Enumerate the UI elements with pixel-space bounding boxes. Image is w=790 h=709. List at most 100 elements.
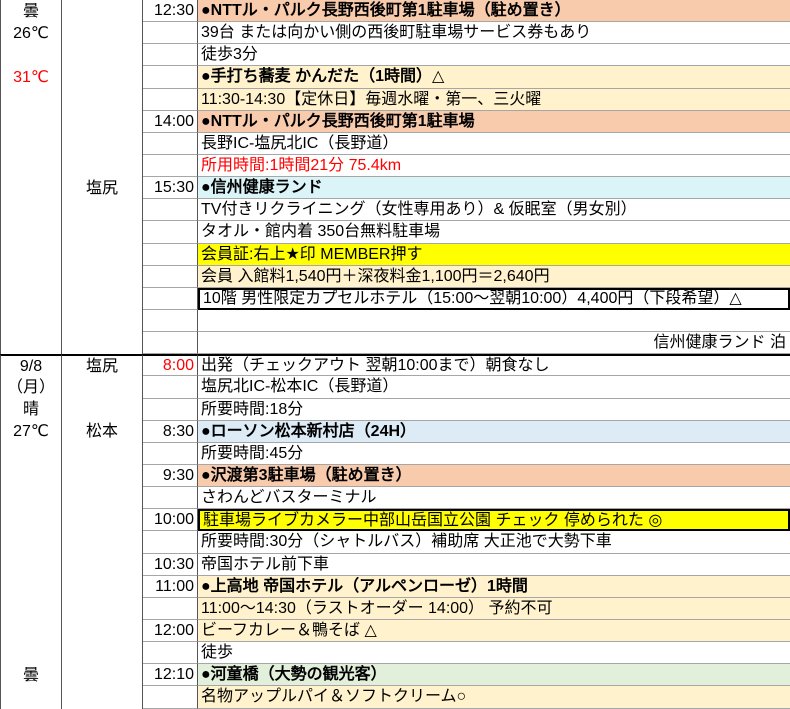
place-cell[interactable] — [62, 487, 143, 510]
time-cell[interactable] — [143, 442, 198, 465]
time-cell[interactable] — [143, 309, 198, 333]
time-cell[interactable] — [143, 132, 198, 155]
time-cell[interactable] — [143, 376, 198, 399]
plan-cell[interactable]: 帝国ホテル前下車 — [198, 554, 790, 576]
day-info-cell[interactable] — [0, 132, 62, 155]
plan-cell[interactable]: 会員 入館料1,540円＋深夜料金1,100円＝2,640円 — [198, 265, 790, 288]
day-info-cell[interactable]: 晴 — [0, 398, 62, 421]
day-info-cell[interactable] — [0, 177, 62, 200]
time-cell[interactable] — [143, 287, 198, 310]
day-info-cell[interactable]: 曇 — [0, 0, 62, 23]
day-info-cell[interactable]: 31℃ — [0, 66, 62, 89]
place-cell[interactable] — [62, 553, 143, 576]
time-cell[interactable]: 9:30 — [143, 464, 198, 488]
plan-cell[interactable]: 10階 男性限定カプセルホテル（15:00～翌朝10:00）4,400円（下段希… — [198, 287, 790, 310]
day-info-cell[interactable] — [0, 619, 62, 643]
day-info-cell[interactable] — [0, 287, 62, 310]
plan-cell[interactable]: ●信州健康ランド — [198, 177, 790, 200]
plan-cell[interactable] — [198, 310, 790, 333]
place-cell[interactable] — [62, 642, 143, 665]
place-cell[interactable] — [62, 597, 143, 620]
day-info-cell[interactable] — [0, 199, 62, 222]
day-info-cell[interactable] — [0, 332, 62, 355]
plan-cell[interactable]: ●河童橋（大勢の観光客） — [198, 664, 790, 687]
day-info-cell[interactable]: （月） — [0, 376, 62, 399]
place-cell[interactable] — [62, 199, 143, 222]
time-cell[interactable] — [143, 265, 198, 288]
time-cell[interactable]: 14:00 — [143, 110, 198, 133]
plan-cell[interactable]: 会員証:右上★印 MEMBER押す — [198, 243, 790, 266]
place-cell[interactable] — [62, 0, 143, 23]
place-cell[interactable] — [62, 619, 143, 643]
plan-cell[interactable]: ●手打ち蕎麦 かんだた（1時間）△ — [198, 66, 790, 89]
time-cell[interactable] — [143, 243, 198, 266]
plan-cell[interactable]: 所要時間:18分 — [198, 399, 790, 421]
time-cell[interactable] — [143, 332, 198, 355]
day-info-cell[interactable] — [0, 509, 62, 532]
time-cell[interactable] — [143, 487, 198, 510]
time-cell[interactable]: 8:30 — [143, 420, 198, 443]
time-cell[interactable] — [143, 154, 198, 178]
day-info-cell[interactable] — [0, 553, 62, 576]
time-cell[interactable]: 12:10 — [143, 664, 198, 687]
place-cell[interactable] — [62, 332, 143, 355]
time-cell[interactable] — [143, 531, 198, 554]
time-cell[interactable] — [143, 642, 198, 665]
place-cell[interactable] — [62, 66, 143, 89]
day-info-cell[interactable] — [0, 265, 62, 288]
plan-cell[interactable]: さわんどバスターミナル — [198, 487, 790, 510]
day-info-cell[interactable] — [0, 597, 62, 620]
time-cell[interactable] — [143, 199, 198, 222]
day-info-cell[interactable] — [0, 464, 62, 488]
place-cell[interactable] — [62, 22, 143, 45]
plan-cell[interactable]: ●NTTル・パルク長野西後町第1駐車場 — [198, 110, 790, 133]
time-cell[interactable] — [143, 597, 198, 620]
day-info-cell[interactable] — [0, 154, 62, 178]
place-cell[interactable]: 松本 — [62, 420, 143, 443]
plan-cell[interactable]: 所用時間:1時間21分 75.4km — [198, 155, 790, 178]
place-cell[interactable] — [62, 575, 143, 598]
plan-cell[interactable]: 塩尻北IC-松本IC（長野道） — [198, 376, 790, 399]
place-cell[interactable] — [62, 287, 143, 310]
plan-cell[interactable]: ●上高地 帝国ホテル（アルペンローゼ）1時間 — [198, 575, 790, 598]
plan-cell[interactable]: 徒歩3分 — [198, 44, 790, 67]
place-cell[interactable] — [62, 376, 143, 399]
time-cell[interactable] — [143, 22, 198, 45]
plan-cell[interactable]: 駐車場ライブカメラー中部山岳国立公園 チェック 停められた ◎ — [198, 509, 790, 532]
plan-cell[interactable]: 11:00～14:30（ラストオーダー 14:00） 予約不可 — [198, 597, 790, 620]
place-cell[interactable] — [62, 221, 143, 244]
day-info-cell[interactable] — [0, 110, 62, 133]
time-cell[interactable] — [143, 398, 198, 421]
day-info-cell[interactable] — [0, 88, 62, 111]
day-info-cell[interactable] — [0, 243, 62, 266]
plan-cell[interactable]: 11:30-14:30【定休日】毎週水曜・第一、三火曜 — [198, 88, 790, 111]
day-info-cell[interactable] — [0, 44, 62, 67]
place-cell[interactable] — [62, 110, 143, 133]
plan-cell[interactable]: 所要時間:45分 — [198, 443, 790, 465]
plan-cell[interactable]: 長野IC-塩尻北IC（長野道） — [198, 133, 790, 155]
day-info-cell[interactable]: 27℃ — [0, 420, 62, 443]
time-cell[interactable]: 12:30 — [143, 0, 198, 23]
place-cell[interactable]: 塩尻 — [62, 177, 143, 200]
plan-cell[interactable]: 徒歩 — [198, 642, 790, 665]
time-cell[interactable]: 15:30 — [143, 177, 198, 200]
time-cell[interactable] — [143, 686, 198, 709]
plan-cell[interactable]: 所要時間:30分（シャトルバス）補助席 大正池で大勢下車 — [198, 531, 790, 554]
place-cell[interactable] — [62, 154, 143, 178]
place-cell[interactable] — [62, 442, 143, 465]
day-info-cell[interactable]: 26℃ — [0, 22, 62, 45]
time-cell[interactable] — [143, 66, 198, 89]
place-cell[interactable] — [62, 531, 143, 554]
plan-cell[interactable]: ●沢渡第3駐車場（駐め置き） — [198, 464, 790, 488]
day-info-cell[interactable] — [0, 487, 62, 510]
time-cell[interactable]: 12:00 — [143, 619, 198, 643]
day-info-cell[interactable] — [0, 221, 62, 244]
plan-cell[interactable]: ●NTTル・パルク長野西後町第1駐車場（駐め置き） — [198, 0, 790, 23]
place-cell[interactable] — [62, 398, 143, 421]
day-info-cell[interactable] — [0, 309, 62, 333]
place-cell[interactable] — [62, 664, 143, 687]
plan-cell[interactable]: 信州健康ランド 泊 — [198, 332, 790, 355]
plan-cell[interactable]: 出発（チェックアウト 翌朝10:00まで）朝食なし — [198, 354, 790, 377]
place-cell[interactable] — [62, 132, 143, 155]
time-cell[interactable]: 8:00 — [143, 354, 198, 377]
